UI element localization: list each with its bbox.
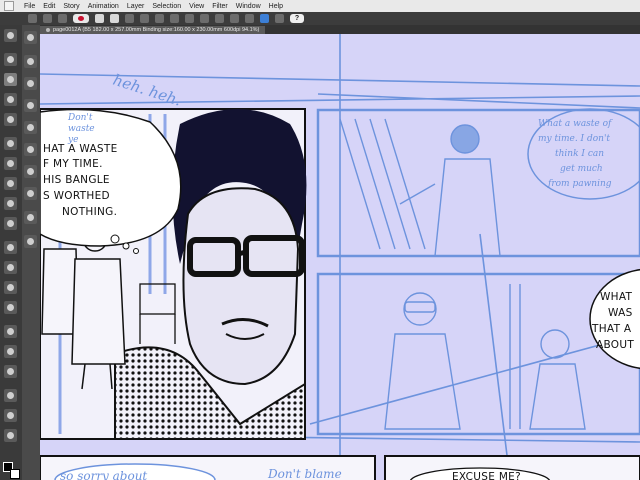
- bubble-main-line-3: HIS BANGLE: [43, 174, 110, 186]
- sketch-right-line-3: think I can: [555, 149, 604, 159]
- selection-tool-icon[interactable]: [4, 93, 17, 106]
- sketch-right-line-2: my time. I don't: [538, 134, 610, 144]
- bubble-main-line-2: F MY TIME.: [43, 158, 103, 170]
- invert-selection-icon[interactable]: [200, 14, 209, 23]
- menu-edit[interactable]: Edit: [39, 3, 59, 10]
- tool-palette: [0, 25, 23, 480]
- crop-icon[interactable]: [185, 14, 194, 23]
- gradient-tool-icon[interactable]: [4, 301, 17, 314]
- layer-icon[interactable]: [24, 165, 37, 178]
- frame-border-tool-icon[interactable]: [4, 345, 17, 358]
- bubble-right-line-3: THAT A: [591, 323, 632, 335]
- menu-story[interactable]: Story: [59, 3, 83, 10]
- snap-grid-icon[interactable]: [245, 14, 254, 23]
- sketch-left-line-1: Don't: [67, 113, 93, 123]
- pen-tool-icon[interactable]: [4, 137, 17, 150]
- bubble-right-line-2: WAS: [608, 307, 633, 319]
- transform-icon[interactable]: [155, 14, 164, 23]
- open-file-icon[interactable]: [43, 14, 52, 23]
- operation-tool-icon[interactable]: [4, 73, 17, 86]
- preview-eye-icon[interactable]: [73, 14, 89, 23]
- selection-border-icon[interactable]: [215, 14, 224, 23]
- command-bar: ?: [0, 12, 640, 25]
- decoration-tool-icon[interactable]: [4, 217, 17, 230]
- figure-tool-icon[interactable]: [4, 325, 17, 338]
- redo-icon[interactable]: [110, 14, 119, 23]
- close-tab-icon[interactable]: [46, 28, 50, 32]
- document-tab-title: page0012A (B5 182.00 x 257.00mm Binding …: [53, 27, 260, 33]
- hand-icon[interactable]: [24, 55, 37, 68]
- bottom-right-text: EXCUSE ME?: [452, 471, 521, 480]
- brush-tool-icon[interactable]: [4, 177, 17, 190]
- menu-selection[interactable]: Selection: [148, 3, 185, 10]
- bubble-right-line-4: ABOUT: [596, 339, 634, 351]
- bubble-main-line-1: HAT A WASTE: [43, 143, 118, 155]
- airbrush-tool-icon[interactable]: [4, 197, 17, 210]
- navigator-icon[interactable]: [24, 31, 37, 44]
- sketch-left-line-2: waste: [68, 124, 95, 134]
- ruler-tool-icon[interactable]: [4, 365, 17, 378]
- menu-view[interactable]: View: [185, 3, 208, 10]
- speech-bubble-right-edge: WHAT WAS THAT A ABOUT: [589, 268, 640, 370]
- rotate-icon[interactable]: [24, 77, 37, 90]
- menu-layer[interactable]: Layer: [123, 3, 149, 10]
- app-logo-icon: [4, 1, 14, 11]
- document-tab[interactable]: page0012A (B5 182.00 x 257.00mm Binding …: [40, 26, 266, 34]
- eraser-tool-icon[interactable]: [4, 241, 17, 254]
- sub-color-swatch[interactable]: [10, 469, 20, 479]
- correct-line-tool-icon[interactable]: [4, 429, 17, 442]
- undo-icon[interactable]: [95, 14, 104, 23]
- fill-tool-icon[interactable]: [4, 281, 17, 294]
- clear-icon[interactable]: [125, 14, 134, 23]
- material-icon[interactable]: [24, 235, 37, 248]
- pencil-tool-icon[interactable]: [4, 157, 17, 170]
- layer-property-icon[interactable]: [24, 187, 37, 200]
- bottom-left-text: so sorry about: [60, 469, 147, 480]
- sketch-bubble-right: What a waste of my time. I don't think I…: [527, 108, 640, 200]
- document-tab-strip: page0012A (B5 182.00 x 257.00mm Binding …: [40, 25, 640, 34]
- sketch-right-line-4: get much: [560, 164, 603, 174]
- deselect-icon[interactable]: [170, 14, 179, 23]
- bottom-mid-text: Don't blame: [267, 467, 342, 480]
- bubble-right-line-1: WHAT: [600, 291, 633, 303]
- balloon-tool-icon[interactable]: [4, 409, 17, 422]
- color-set-icon[interactable]: [24, 143, 37, 156]
- blend-tool-icon[interactable]: [4, 261, 17, 274]
- comic-page-art: heh. heh. HAT A WASTE F MY TIME. HIS BAN…: [40, 34, 640, 480]
- lasso-icon[interactable]: [24, 99, 37, 112]
- snap-ruler-icon[interactable]: [230, 14, 239, 23]
- menu-window[interactable]: Window: [232, 3, 265, 10]
- bubble-main-line-5: NOTHING.: [62, 206, 117, 218]
- bubble-main-line-4: S WORTHED: [43, 190, 110, 202]
- bottom-panels: so sorry about Don't blame EXCUSE ME?: [40, 455, 640, 480]
- menu-file[interactable]: File: [20, 3, 39, 10]
- drawing-canvas[interactable]: heh. heh. HAT A WASTE F MY TIME. HIS BAN…: [40, 34, 640, 480]
- eyedropper-tool-icon[interactable]: [4, 113, 17, 126]
- fill-icon[interactable]: [140, 14, 149, 23]
- help-question-icon[interactable]: ?: [290, 14, 304, 23]
- menu-animation[interactable]: Animation: [84, 3, 123, 10]
- settings-icon[interactable]: [275, 14, 284, 23]
- save-icon[interactable]: [58, 14, 67, 23]
- text-tool-icon[interactable]: [4, 389, 17, 402]
- new-file-icon[interactable]: [28, 14, 37, 23]
- sketch-right-line-1: What a waste of: [538, 119, 613, 129]
- sketch-right-line-5: from pawning: [547, 179, 612, 189]
- menu-filter[interactable]: Filter: [208, 3, 232, 10]
- color-wheel-icon[interactable]: [24, 121, 37, 134]
- sub-tool-palette: [22, 25, 41, 480]
- snap-special-ruler-icon[interactable]: [260, 14, 269, 23]
- sketch-left-line-3: ye: [67, 135, 78, 145]
- zoom-tool-icon[interactable]: [4, 29, 17, 42]
- menu-help[interactable]: Help: [265, 3, 287, 10]
- tone-icon[interactable]: [24, 211, 37, 224]
- move-tool-icon[interactable]: [4, 53, 17, 66]
